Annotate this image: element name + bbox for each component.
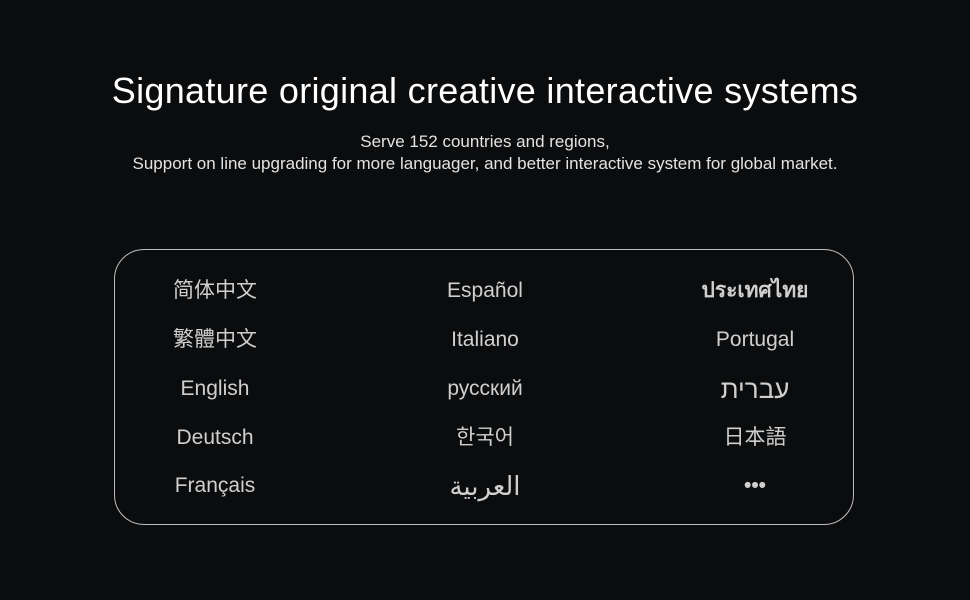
language-arabic: العربية <box>449 471 521 501</box>
language-column-1: 简体中文 繁體中文 English Deutsch Français <box>115 250 315 524</box>
language-traditional-chinese: 繁體中文 <box>173 328 257 351</box>
language-column-3: ประเทศไทย Portugal עברית 日本語 ••• <box>655 250 855 524</box>
subtitle-line-2: Support on line upgrading for more langu… <box>132 154 838 173</box>
language-korean: 한국어 <box>456 426 514 449</box>
language-column-2: Español Italiano русский 한국어 العربية <box>385 250 585 524</box>
language-thai: ประเทศไทย <box>701 279 809 302</box>
language-french: Français <box>174 474 256 497</box>
language-portuguese: Portugal <box>715 328 795 351</box>
language-simplified-chinese: 简体中文 <box>173 279 257 302</box>
language-hebrew: עברית <box>720 374 790 404</box>
language-spanish: Español <box>447 279 523 302</box>
more-languages-ellipsis: ••• <box>743 474 767 497</box>
language-panel: 简体中文 繁體中文 English Deutsch Français Españ… <box>114 249 854 525</box>
language-italian: Italiano <box>451 328 519 351</box>
headline: Signature original creative interactive … <box>111 70 859 111</box>
language-japanese: 日本語 <box>723 426 787 449</box>
subtitle-line-1: Serve 152 countries and regions, <box>360 132 610 151</box>
language-english: English <box>180 377 250 400</box>
language-german: Deutsch <box>176 426 254 449</box>
language-russian: русский <box>447 377 523 400</box>
